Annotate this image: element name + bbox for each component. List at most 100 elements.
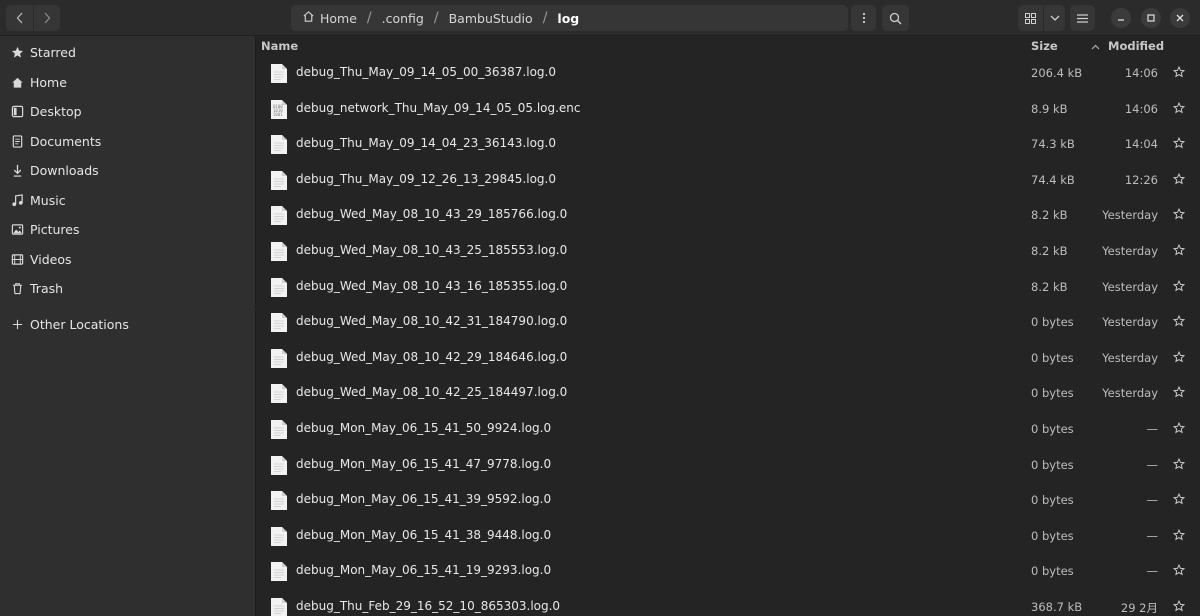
breadcrumb-log[interactable]: log (554, 5, 582, 31)
star-toggle-icon[interactable] (1172, 137, 1186, 149)
file-row[interactable]: debug_Wed_May_08_10_43_29_185766.log.0 8… (257, 197, 1186, 233)
search-button[interactable] (882, 5, 909, 31)
text-file-icon (270, 312, 288, 333)
star-toggle-icon[interactable] (1172, 279, 1186, 292)
breadcrumb-home[interactable]: Home (299, 5, 360, 31)
sidebar-item-music[interactable]: Music (0, 186, 256, 215)
file-modified: Yesterday (1102, 315, 1158, 330)
file-name: debug_Mon_May_06_15_41_50_9924.log.0 (296, 421, 552, 435)
file-size: 8.2 kB (1031, 244, 1068, 258)
sidebar-item-other-locations[interactable]: Other Locations (0, 310, 256, 339)
sidebar-item-documents[interactable]: Documents (0, 127, 256, 156)
close-icon (1176, 14, 1184, 22)
trash-icon (10, 282, 24, 296)
file-row[interactable]: debug_Mon_May_06_15_41_38_9448.log.0 0 b… (257, 518, 1186, 554)
sort-ascending-icon (1091, 39, 1100, 53)
file-row[interactable]: debug_Mon_May_06_15_41_39_9592.log.0 0 b… (257, 482, 1186, 518)
documents-icon (10, 135, 24, 149)
column-modified-header[interactable]: Modified (1108, 39, 1164, 53)
file-row[interactable]: debug_Wed_May_08_10_42_29_184646.log.0 0… (257, 340, 1186, 376)
sidebar-item-starred[interactable]: Starred (0, 38, 256, 67)
text-file-icon (270, 561, 288, 582)
file-name: debug_Mon_May_06_15_41_19_9293.log.0 (296, 563, 552, 578)
file-name: debug_Thu_May_09_12_26_13_29845.log.0 (296, 171, 556, 186)
star-toggle-icon[interactable] (1172, 65, 1186, 78)
folder-menu-button[interactable] (851, 5, 876, 31)
text-file-icon (270, 170, 288, 191)
text-file-icon (270, 455, 288, 476)
sidebar-item-videos[interactable]: Videos (0, 245, 256, 274)
star-toggle-icon[interactable] (1172, 493, 1186, 505)
text-file-icon (270, 348, 288, 369)
star-toggle-icon[interactable] (1172, 599, 1186, 612)
view-options-dropdown[interactable] (1043, 5, 1065, 31)
sidebar-item-home[interactable]: Home (0, 68, 256, 97)
file-size: 74.4 kB (1031, 172, 1075, 187)
file-row[interactable]: 0100 1010 1001 debug_network_Thu_May_09_14… (257, 91, 1186, 127)
star-toggle-icon[interactable] (1172, 528, 1186, 541)
close-button[interactable] (1170, 8, 1190, 28)
minimize-button[interactable] (1111, 8, 1131, 28)
music-icon (10, 194, 24, 208)
column-name-header[interactable]: Name (261, 39, 298, 53)
text-file-icon (270, 597, 288, 616)
maximize-button[interactable] (1141, 8, 1161, 28)
text-file-icon (270, 134, 288, 155)
main-menu-button[interactable] (1070, 5, 1095, 31)
star-toggle-icon[interactable] (1172, 564, 1186, 576)
sidebar-item-label: Desktop (30, 104, 82, 119)
sidebar-item-trash[interactable]: Trash (0, 274, 256, 303)
file-row[interactable]: debug_Mon_May_06_15_41_50_9924.log.0 0 b… (257, 411, 1186, 447)
file-row[interactable]: debug_Thu_May_09_14_04_23_36143.log.0 74… (257, 126, 1186, 162)
star-toggle-icon[interactable] (1172, 315, 1186, 327)
file-row[interactable]: debug_Thu_May_09_12_26_13_29845.log.0 74… (257, 162, 1186, 198)
file-row[interactable]: debug_Wed_May_08_10_43_25_185553.log.0 8… (257, 233, 1186, 269)
star-toggle-icon[interactable] (1172, 421, 1186, 434)
file-size: 0 bytes (1031, 528, 1074, 543)
back-button[interactable] (6, 5, 33, 31)
sidebar-item-desktop[interactable]: Desktop (0, 97, 256, 126)
star-toggle-icon[interactable] (1172, 457, 1186, 470)
file-modified: 12:26 (1124, 172, 1158, 187)
file-modified: Yesterday (1102, 350, 1158, 365)
grid-view-button[interactable] (1018, 5, 1043, 31)
star-toggle-icon[interactable] (1172, 350, 1186, 363)
sidebar: Starred Home Desktop Documents Downloads… (0, 36, 256, 616)
file-name: debug_Mon_May_06_15_41_39_9592.log.0 (296, 492, 552, 507)
file-row[interactable]: debug_Mon_May_06_15_41_47_9778.log.0 0 b… (257, 447, 1186, 483)
breadcrumb-label: BambuStudio (448, 10, 533, 26)
file-row[interactable]: debug_Mon_May_06_15_41_19_9293.log.0 0 b… (257, 553, 1186, 589)
star-toggle-icon[interactable] (1172, 386, 1186, 398)
file-name: debug_Wed_May_08_10_43_29_185766.log.0 (296, 207, 568, 222)
star-toggle-icon[interactable] (1172, 101, 1186, 114)
sidebar-item-label: Music (30, 193, 66, 208)
file-modified: — (1146, 564, 1159, 579)
text-file-icon (270, 383, 288, 404)
header-bar: Home / .config / BambuStudio / log (0, 0, 1200, 36)
breadcrumb-label: .config (381, 10, 424, 26)
search-icon (889, 12, 902, 24)
star-toggle-icon[interactable] (1172, 208, 1186, 220)
sidebar-item-downloads[interactable]: Downloads (0, 156, 256, 185)
file-name: debug_Wed_May_08_10_42_25_184497.log.0 (296, 385, 568, 400)
desktop-icon (10, 105, 24, 119)
downloads-icon (10, 164, 24, 178)
breadcrumb-bambustudio[interactable]: BambuStudio (446, 5, 536, 31)
breadcrumb-separator: / (433, 10, 439, 26)
forward-button[interactable] (33, 5, 60, 31)
breadcrumb-config[interactable]: .config (379, 5, 427, 31)
file-row[interactable]: debug_Wed_May_08_10_43_16_185355.log.0 8… (257, 269, 1186, 305)
binary-file-icon: 0100 1010 1001 (270, 99, 288, 120)
star-toggle-icon[interactable] (1172, 172, 1186, 185)
sidebar-item-pictures[interactable]: Pictures (0, 215, 256, 244)
star-toggle-icon[interactable] (1172, 243, 1186, 256)
file-row[interactable]: debug_Wed_May_08_10_42_25_184497.log.0 0… (257, 375, 1186, 411)
plus-icon (10, 318, 24, 332)
file-row[interactable]: debug_Thu_May_09_14_05_00_36387.log.0 20… (257, 55, 1186, 91)
file-row[interactable]: debug_Wed_May_08_10_42_31_184790.log.0 0… (257, 304, 1186, 340)
file-row[interactable]: debug_Thu_Feb_29_16_52_10_865303.log.0 3… (257, 589, 1186, 616)
minimize-icon (1118, 19, 1124, 21)
breadcrumb-label: log (557, 10, 580, 26)
home-icon (10, 76, 24, 90)
column-size-header[interactable]: Size (1031, 39, 1058, 53)
